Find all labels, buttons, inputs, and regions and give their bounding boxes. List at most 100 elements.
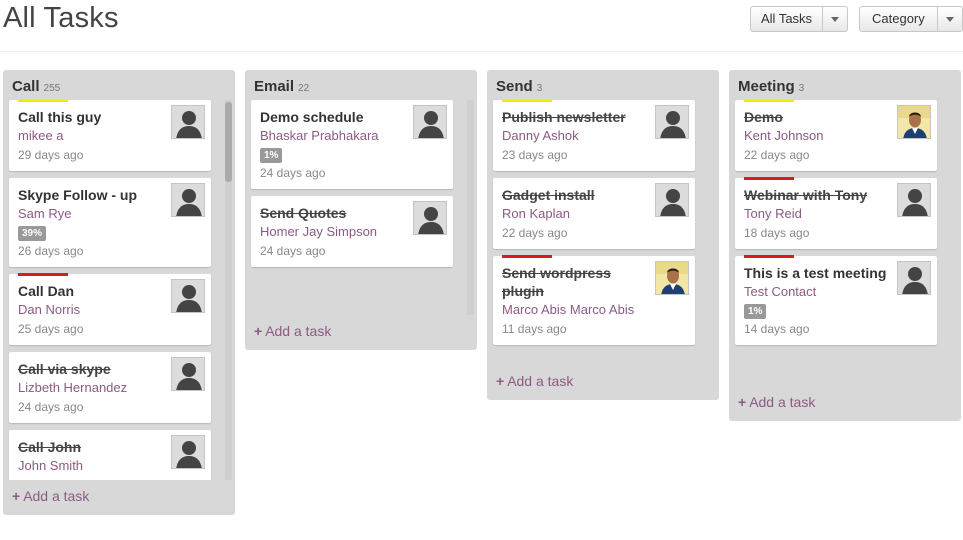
task-title[interactable]: Call John — [18, 438, 161, 456]
plus-icon: + — [12, 488, 21, 504]
avatar[interactable] — [171, 435, 205, 469]
task-card[interactable]: Demo Kent Johnson 22 days ago — [735, 100, 937, 171]
task-contact[interactable]: Dan Norris — [18, 301, 161, 319]
task-card[interactable]: Call John John Smith — [9, 430, 211, 480]
page-header: All Tasks All Tasks Category — [0, 0, 963, 52]
task-card[interactable]: Call this guy mikee a 29 days ago — [9, 100, 211, 171]
task-time: 24 days ago — [260, 166, 326, 180]
column-header: Call 255 — [3, 70, 235, 100]
avatar[interactable] — [897, 183, 931, 217]
category-filter[interactable]: Category — [859, 6, 963, 32]
task-list[interactable]: Call this guy mikee a 29 days ago Skype Fol… — [3, 100, 235, 480]
task-title[interactable]: Call this guy — [18, 108, 161, 126]
task-title[interactable]: Demo — [744, 108, 887, 126]
avatar[interactable] — [413, 201, 447, 235]
task-contact[interactable]: Kent Johnson — [744, 127, 887, 145]
column-email: Email 22 Demo schedule Bhaskar Prabhakara 1… — [245, 70, 477, 350]
task-contact[interactable]: Sam Rye — [18, 205, 161, 223]
add-task-label[interactable]: Add a task — [23, 488, 89, 504]
task-contact[interactable]: Homer Jay Simpson — [260, 223, 403, 241]
task-title[interactable]: Call via skype — [18, 360, 161, 378]
task-card[interactable]: Call Dan Dan Norris 25 days ago — [9, 273, 211, 345]
task-contact[interactable]: Test Contact — [744, 283, 887, 301]
task-contact[interactable]: Tony Reid — [744, 205, 887, 223]
avatar[interactable] — [171, 279, 205, 313]
task-card[interactable]: Send wordpress plugin Marco Abis Marco Ab… — [493, 255, 695, 345]
scrollbar-thumb[interactable] — [225, 102, 232, 182]
task-card[interactable]: Send Quotes Homer Jay Simpson 24 days ago — [251, 196, 453, 267]
priority-indicator — [502, 100, 552, 102]
add-task-link[interactable]: + Add a task — [245, 315, 477, 349]
column-header: Send 3 — [487, 70, 719, 100]
category-filter-label[interactable]: Category — [860, 7, 938, 31]
task-contact[interactable]: Marco Abis Marco Abis — [502, 301, 645, 319]
column-count: 3 — [536, 83, 543, 94]
task-time: 25 days ago — [18, 322, 84, 336]
all-tasks-filter[interactable]: All Tasks — [750, 6, 849, 32]
task-title[interactable]: Webinar with Tony — [744, 186, 887, 204]
task-card[interactable]: Demo schedule Bhaskar Prabhakara 1% 24 days… — [251, 100, 453, 189]
page-title: All Tasks — [3, 2, 119, 34]
task-contact[interactable]: Lizbeth Hernandez — [18, 379, 161, 397]
avatar[interactable] — [171, 357, 205, 391]
task-list[interactable]: Publish newsletter Danny Ashok 23 days ago… — [487, 100, 719, 365]
task-title[interactable]: Send Quotes — [260, 204, 403, 222]
task-title[interactable]: Gadget install — [502, 186, 645, 204]
plus-icon: + — [254, 323, 263, 339]
task-title[interactable]: This is a test meeting — [744, 264, 887, 282]
task-time: 29 days ago — [18, 148, 84, 162]
add-task-link[interactable]: + Add a task — [3, 480, 235, 514]
task-contact[interactable]: Danny Ashok — [502, 127, 645, 145]
add-task-label[interactable]: Add a task — [749, 394, 815, 410]
progress-badge: 1% — [744, 304, 767, 319]
column-header: Email 22 — [245, 70, 477, 100]
task-contact[interactable]: John Smith — [18, 457, 161, 475]
task-card[interactable]: Gadget install Ron Kaplan 22 days ago — [493, 178, 695, 249]
task-time: 24 days ago — [18, 400, 84, 414]
task-title[interactable]: Call Dan — [18, 282, 161, 300]
avatar[interactable] — [655, 183, 689, 217]
task-time: 14 days ago — [744, 322, 810, 336]
column-title: Send — [496, 78, 533, 95]
avatar[interactable] — [171, 105, 205, 139]
all-tasks-filter-label[interactable]: All Tasks — [751, 7, 824, 31]
avatar[interactable] — [413, 105, 447, 139]
task-contact[interactable]: Ron Kaplan — [502, 205, 645, 223]
add-task-label[interactable]: Add a task — [507, 373, 573, 389]
avatar[interactable] — [655, 105, 689, 139]
chevron-down-icon[interactable] — [823, 7, 847, 31]
priority-indicator — [18, 100, 68, 102]
avatar[interactable] — [897, 105, 931, 139]
add-task-link[interactable]: + Add a task — [729, 386, 961, 420]
avatar[interactable] — [655, 261, 689, 295]
add-task-label[interactable]: Add a task — [265, 323, 331, 339]
add-task-link[interactable]: + Add a task — [487, 365, 719, 399]
column-count: 22 — [298, 83, 310, 94]
task-card[interactable]: Call via skype Lizbeth Hernandez 24 days a… — [9, 352, 211, 423]
task-time: 22 days ago — [502, 226, 568, 240]
scrollbar-track[interactable] — [467, 100, 474, 315]
task-title[interactable]: Send wordpress plugin — [502, 264, 645, 300]
avatar[interactable] — [171, 183, 205, 217]
priority-indicator — [744, 255, 794, 258]
task-card[interactable]: This is a test meeting Test Contact 1% 14 d… — [735, 255, 937, 345]
chevron-down-icon[interactable] — [938, 7, 962, 31]
priority-indicator — [502, 255, 552, 258]
task-title[interactable]: Publish newsletter — [502, 108, 645, 126]
task-list[interactable]: Demo schedule Bhaskar Prabhakara 1% 24 days… — [245, 100, 477, 315]
task-contact[interactable]: Bhaskar Prabhakara — [260, 127, 403, 145]
task-card[interactable]: Publish newsletter Danny Ashok 23 days ago — [493, 100, 695, 171]
task-title[interactable]: Demo schedule — [260, 108, 403, 126]
task-list[interactable]: Demo Kent Johnson 22 days ago Webinar with … — [729, 100, 961, 386]
task-title[interactable]: Skype Follow - up — [18, 186, 161, 204]
task-time: 22 days ago — [744, 148, 810, 162]
task-card[interactable]: Webinar with Tony Tony Reid 18 days ago — [735, 177, 937, 249]
column-title: Email — [254, 78, 295, 95]
avatar[interactable] — [897, 261, 931, 295]
task-time: 18 days ago — [744, 226, 810, 240]
task-contact[interactable]: mikee a — [18, 127, 161, 145]
priority-indicator — [18, 273, 68, 276]
task-card[interactable]: Skype Follow - up Sam Rye 39% 26 days ago — [9, 178, 211, 267]
progress-badge: 39% — [18, 226, 47, 241]
priority-indicator — [744, 100, 794, 102]
